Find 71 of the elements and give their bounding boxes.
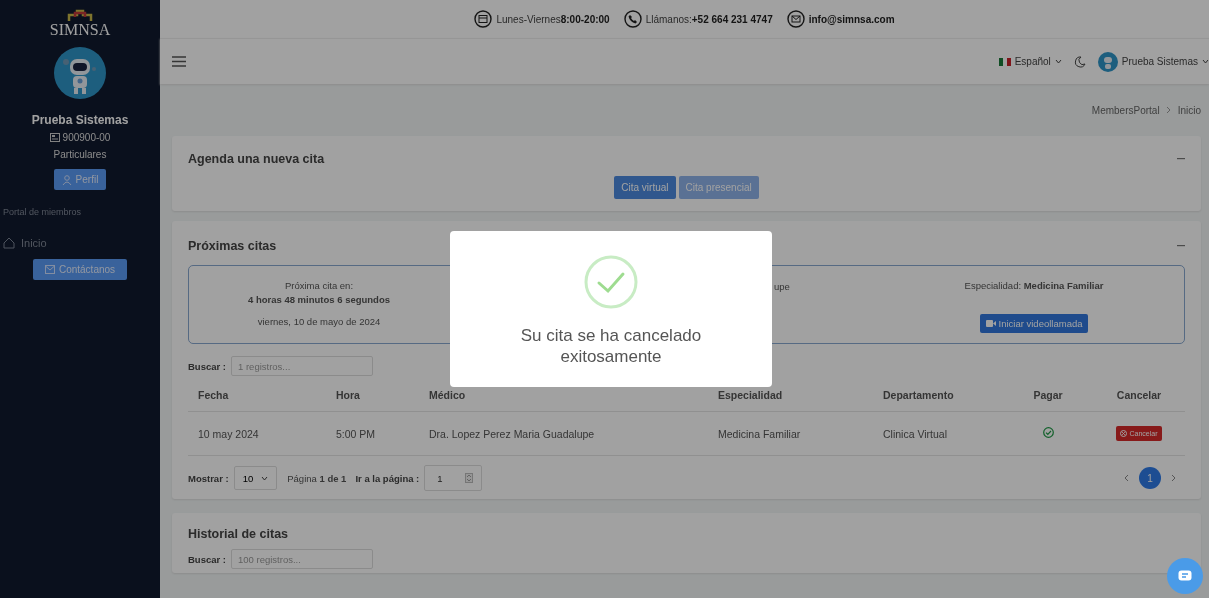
caret-icon — [261, 475, 269, 481]
column-header: Departamento — [873, 382, 1003, 412]
page-info: Página 1 de 1 — [287, 472, 347, 484]
user-icon — [61, 174, 72, 185]
nav-item[interactable]: Inicio — [3, 237, 47, 249]
search-label: Buscar : — [188, 360, 226, 372]
appointment-type-button[interactable]: Cita virtual — [614, 176, 676, 199]
breadcrumb-link[interactable]: Inicio — [1177, 104, 1201, 116]
profile-button[interactable]: Perfil — [53, 169, 107, 190]
caret-icon — [1202, 59, 1209, 64]
search-label: Buscar : — [188, 553, 226, 565]
card-title: Historial de citas — [188, 527, 289, 541]
contact-info: info@simnsa.com — [808, 13, 895, 25]
chevron-right-icon[interactable] — [1171, 474, 1177, 482]
table-cell: Dra. Lopez Perez Maria Guadalupe — [419, 411, 708, 456]
caret-icon — [1054, 59, 1062, 64]
spinner-icon — [464, 473, 473, 483]
table-cell: Medicina Familiar — [708, 411, 873, 456]
chevron-left-icon[interactable] — [1123, 474, 1129, 482]
flag-icon — [998, 57, 1011, 66]
column-header: Hora — [326, 382, 419, 412]
contact-button[interactable]: Contáctanos — [32, 259, 128, 280]
mail-icon — [786, 10, 805, 28]
language-dropdown[interactable]: Español — [998, 56, 1062, 67]
contact-info: Lunes-Viernes8:00-20:00 — [496, 13, 610, 25]
appointment-date: viernes, 10 de mayo de 2024 — [257, 316, 381, 327]
card-title: Próximas citas — [188, 239, 277, 253]
specialty-text: Especialidad: Medicina Familiar — [964, 280, 1104, 291]
chevron-right-icon — [1165, 106, 1172, 114]
user-menu[interactable]: Prueba Sistemas — [1097, 51, 1209, 72]
logo-icon — [65, 8, 95, 22]
page-size-label: Mostrar : — [188, 472, 229, 484]
moon-icon[interactable] — [1073, 55, 1086, 68]
checkmark-icon — [584, 255, 638, 309]
table-cell: Clinica Virtual — [873, 411, 1003, 456]
contact-info: Llámanos:+52 664 231 4747 — [645, 13, 773, 25]
search-field[interactable]: 1 registros... — [231, 356, 373, 376]
page-button[interactable]: 1 — [1139, 467, 1161, 489]
menu-icon[interactable] — [172, 56, 186, 67]
card-title: Agenda una nueva cita — [188, 152, 325, 166]
table-cell: 5:00 PM — [326, 411, 419, 456]
search-field[interactable]: 100 registros... — [231, 549, 373, 569]
countdown: 4 horas 48 minutos 6 segundos — [248, 294, 390, 305]
video-camera-icon — [985, 320, 996, 327]
chat-icon — [1178, 570, 1192, 582]
mail-icon — [44, 265, 55, 274]
section-title: Portal de miembros — [3, 207, 82, 217]
column-header: Pagar — [1003, 382, 1093, 412]
video-call-button[interactable]: Iniciar videollamada — [979, 314, 1089, 333]
appointment-type-button[interactable]: Cita presencial — [678, 176, 759, 199]
countdown-label: Próxima cita en: — [284, 280, 354, 291]
avatar-robot-icon — [54, 47, 106, 99]
table-cell: 10 may 2024 — [188, 411, 326, 456]
doctor-name: upe — [774, 281, 790, 292]
user-name: Prueba Sistemas — [31, 113, 129, 127]
page-size-select[interactable]: 10 — [233, 466, 278, 490]
calendar-icon — [474, 10, 493, 28]
member-plan: Particulares — [53, 149, 107, 160]
column-header: Fecha — [188, 382, 326, 412]
column-header: Cancelar — [1093, 382, 1185, 412]
go-to-page-label: Ir a la página : — [355, 472, 420, 484]
id-card-icon — [49, 133, 60, 142]
home-icon — [3, 237, 15, 249]
close-circle-icon — [1120, 430, 1128, 437]
phone-icon — [623, 10, 642, 28]
member-id: 900900-00 — [62, 132, 111, 143]
dialog-message: Su cita se ha cancelado exitosamente — [519, 325, 703, 367]
avatar-robot-icon — [1097, 51, 1118, 72]
breadcrumb-link[interactable]: MembersPortal — [1091, 104, 1160, 116]
logo-text: SIMNSA — [49, 22, 111, 37]
page-number-field[interactable]: 1 — [424, 465, 482, 491]
